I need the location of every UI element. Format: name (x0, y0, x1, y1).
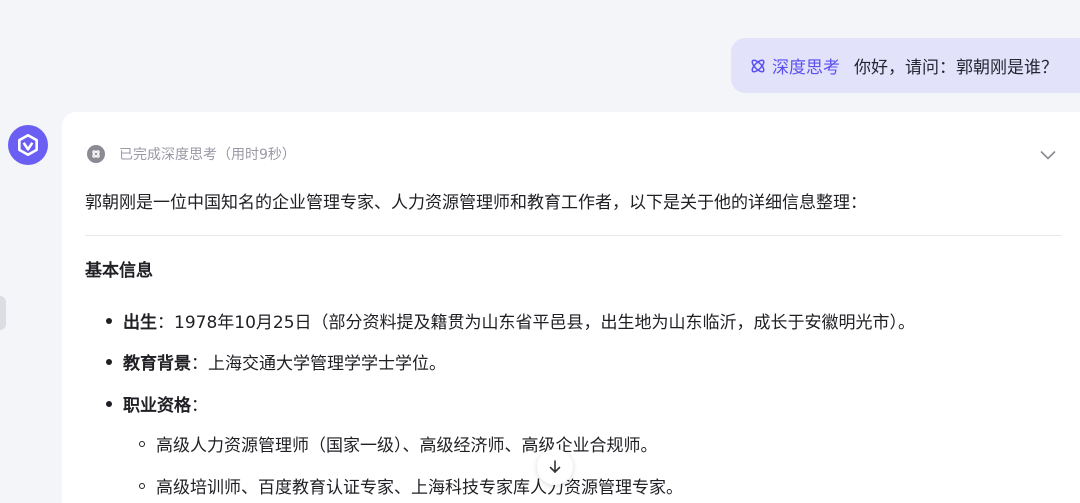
sub-list-item: 高级培训师、百度教育认证专家、上海科技专家库人力资源管理专家。 (139, 473, 683, 498)
arrow-down-icon (549, 460, 561, 474)
sub-list-item-text: 高级培训师、百度教育认证专家、上海科技专家库人力资源管理专家。 (156, 478, 683, 498)
list-item-text: 1978年10月25日（部分资料提及籍贯为山东省平邑县，出生地为山东临沂，成长于… (174, 313, 916, 333)
sub-list-item: 高级人力资源管理师（国家一级）、高级经济师、高级企业合规师。 (139, 431, 658, 456)
list-item-label: 出生 (123, 313, 157, 333)
user-message-bubble: 深度思考 你好，请问：郭朝刚是谁？ (731, 38, 1080, 93)
assistant-logo-icon (18, 133, 38, 157)
deep-think-tag: 深度思考 (749, 53, 840, 78)
section-title: 基本信息 (85, 261, 153, 281)
sub-bullet-dot (139, 482, 145, 489)
bullet-dot (106, 358, 112, 365)
scroll-to-bottom-button[interactable] (537, 449, 573, 485)
list-item-sep: ： (191, 396, 208, 416)
sub-bullet-dot (139, 440, 145, 447)
assistant-answer-card: 已完成深度思考（用时9秒） 郭朝刚是一位中国知名的企业管理专家、人力资源管理师和… (62, 112, 1080, 503)
list-item: 教育背景 ： 上海交通大学管理学学士学位。 (106, 349, 446, 374)
user-message-text: 你好，请问：郭朝刚是谁？ (854, 58, 1058, 78)
sidebar-toggle-handle[interactable] (0, 296, 6, 330)
divider (85, 235, 1062, 236)
atom-icon (751, 58, 765, 73)
thinking-status-text: 已完成深度思考（用时9秒） (119, 147, 296, 163)
bullet-dot (106, 400, 112, 407)
list-item-sep: ： (191, 354, 208, 374)
deep-think-icon (87, 145, 105, 163)
assistant-avatar (8, 125, 48, 165)
answer-intro: 郭朝刚是一位中国知名的企业管理专家、人力资源管理师和教育工作者，以下是关于他的详… (85, 193, 867, 213)
bullet-dot (106, 317, 112, 324)
deep-think-label: 深度思考 (772, 58, 840, 78)
list-item-sep: ： (157, 313, 174, 333)
list-item: 出生 ： 1978年10月25日（部分资料提及籍贯为山东省平邑县，出生地为山东临… (106, 308, 915, 333)
thinking-status[interactable]: 已完成深度思考（用时9秒） (87, 143, 1080, 165)
list-item-label: 教育背景 (123, 354, 191, 374)
list-item-text: 上海交通大学管理学学士学位。 (208, 354, 446, 374)
sub-list-item-text: 高级人力资源管理师（国家一级）、高级经济师、高级企业合规师。 (156, 436, 658, 456)
chevron-down-icon[interactable] (1040, 150, 1056, 160)
list-item-label: 职业资格 (123, 396, 191, 416)
list-item: 职业资格 ： (106, 391, 208, 416)
